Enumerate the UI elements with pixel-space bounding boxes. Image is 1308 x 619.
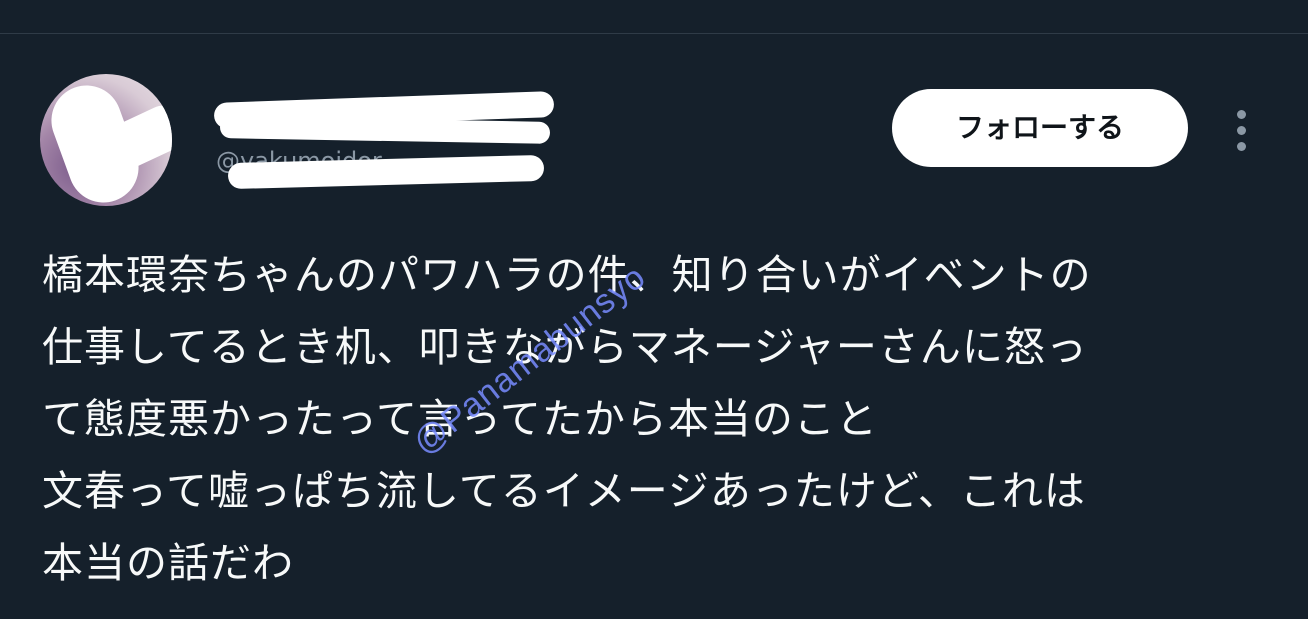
more-dot [1237, 110, 1246, 119]
post-text: 橋本環奈ちゃんのパワハラの件、知り合いがイベントの 仕事してるとき机、叩きながら… [42, 239, 1282, 599]
more-dot [1237, 142, 1246, 151]
post-text-line: 本当の話だわ [42, 539, 294, 587]
avatar[interactable] [40, 74, 172, 206]
more-vertical-icon[interactable] [1225, 106, 1259, 154]
follow-button[interactable]: フォローする [892, 89, 1188, 167]
post-text-line: 文春って嘘っぱち流してるイメージあったけど、これは [42, 467, 1086, 515]
post-text-line: て態度悪かったって言ってたから本当のこと [42, 395, 878, 443]
post-card: @yakumoidor... フォローする 橋本環奈ちゃんのパワハラの件、知り合… [0, 34, 1308, 619]
post-text-line: 仕事してるとき机、叩きながらマネージャーさんに怒っ [42, 323, 1088, 371]
name-redaction [219, 116, 551, 144]
more-dot [1237, 126, 1246, 135]
author-info[interactable]: @yakumoidor... [213, 89, 564, 199]
post-text-line: 橋本環奈ちゃんのパワハラの件、知り合いがイベントの [42, 251, 1092, 299]
